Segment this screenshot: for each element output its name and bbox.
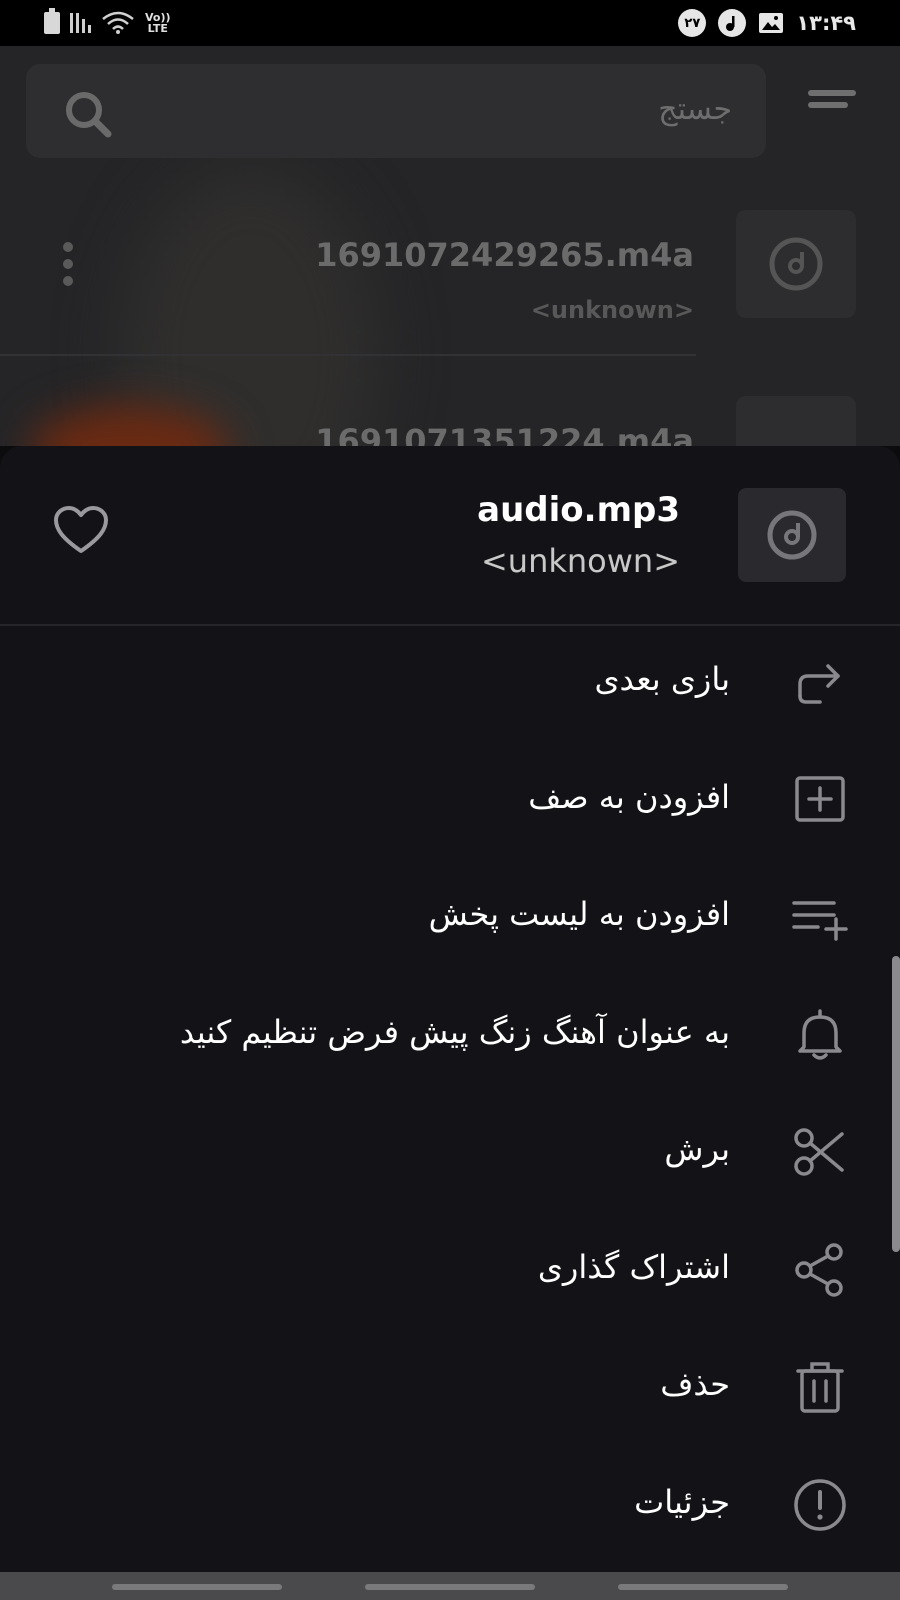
- search-bar[interactable]: جستج: [26, 64, 766, 158]
- song-list-background: جستج 1691072429265.m4a <unknown> 1691071…: [0, 46, 900, 446]
- song-options-sheet: audio.mp3 <unknown> بازی بعدی افزودن به …: [0, 446, 900, 1572]
- list-divider: [0, 354, 696, 356]
- menu-item-label: جزئیات: [634, 1482, 730, 1521]
- menu-item-delete[interactable]: حذف: [0, 1329, 900, 1447]
- search-input[interactable]: جستج: [658, 92, 732, 127]
- wifi-icon: [102, 11, 134, 34]
- play-next-icon: [798, 664, 840, 704]
- list-item-subtitle: <unknown>: [530, 296, 694, 324]
- album-art: [736, 396, 856, 446]
- list-item-title: 1691072429265.m4a: [315, 236, 694, 274]
- more-options-icon[interactable]: [60, 242, 76, 290]
- menu-item-cut[interactable]: برش: [0, 1094, 900, 1212]
- album-art: [736, 210, 856, 318]
- menu-item-label: افزودن به لیست پخش: [428, 895, 730, 933]
- list-item-title: 1691071351224.m4a: [315, 422, 694, 446]
- trash-icon: [796, 1362, 844, 1413]
- clock: ۱۳:۴۹: [796, 11, 856, 35]
- menu-item-label: حذف: [660, 1365, 730, 1403]
- music-note-icon: [718, 9, 747, 37]
- navigation-bar: [0, 1572, 900, 1600]
- disc-icon: [767, 510, 817, 560]
- options-menu: بازی بعدی افزودن به صف افزودن به لیست پخ…: [0, 624, 900, 1564]
- favorite-heart-icon[interactable]: [52, 504, 110, 556]
- menu-item-label: بازی بعدی: [594, 660, 730, 698]
- menu-item-label: اشتراک گذاری: [537, 1247, 730, 1286]
- list-item[interactable]: 1691071351224.m4a: [0, 396, 900, 446]
- menu-item-label: برش: [664, 1130, 730, 1168]
- add-to-playlist-icon: [792, 901, 848, 941]
- battery-icon: [44, 8, 60, 34]
- track-title: audio.mp3: [477, 490, 680, 530]
- scissors-icon: [794, 1128, 844, 1176]
- add-to-queue-icon: [795, 775, 845, 822]
- menu-item-set-ringtone[interactable]: به عنوان آهنگ زنگ پیش فرض تنظیم کنید: [0, 977, 900, 1095]
- sheet-header: audio.mp3 <unknown>: [0, 446, 900, 624]
- menu-item-add-to-queue[interactable]: افزودن به صف: [0, 742, 900, 860]
- notification-count-badge: ۲۷: [678, 9, 707, 37]
- menu-item-add-to-playlist[interactable]: افزودن به لیست پخش: [0, 859, 900, 977]
- menu-item-share[interactable]: اشتراک گذاری: [0, 1212, 900, 1330]
- disc-icon: [769, 237, 823, 291]
- sort-icon[interactable]: [808, 88, 856, 118]
- share-icon: [795, 1242, 843, 1297]
- image-icon: [759, 13, 784, 33]
- menu-item-details[interactable]: جزئیات: [0, 1447, 900, 1565]
- nav-recents-handle[interactable]: [618, 1584, 788, 1590]
- track-artist: <unknown>: [480, 542, 680, 580]
- volte-indicator: Vo)) LTE: [145, 11, 171, 35]
- menu-item-play-next[interactable]: بازی بعدی: [0, 624, 900, 742]
- menu-item-label: افزودن به صف: [528, 777, 730, 816]
- nav-back-handle[interactable]: [112, 1584, 282, 1590]
- signal-icon: [70, 13, 91, 33]
- nav-home-handle[interactable]: [365, 1584, 535, 1590]
- menu-item-label: به عنوان آهنگ زنگ پیش فرض تنظیم کنید: [179, 1012, 730, 1051]
- status-bar: Vo)) LTE ۲۷ ۱۳:۴۹: [0, 0, 900, 46]
- info-icon: [794, 1478, 846, 1531]
- search-icon[interactable]: [60, 86, 116, 142]
- album-art: [738, 488, 846, 582]
- scrollbar[interactable]: [892, 956, 900, 1252]
- bell-icon: [798, 1008, 842, 1060]
